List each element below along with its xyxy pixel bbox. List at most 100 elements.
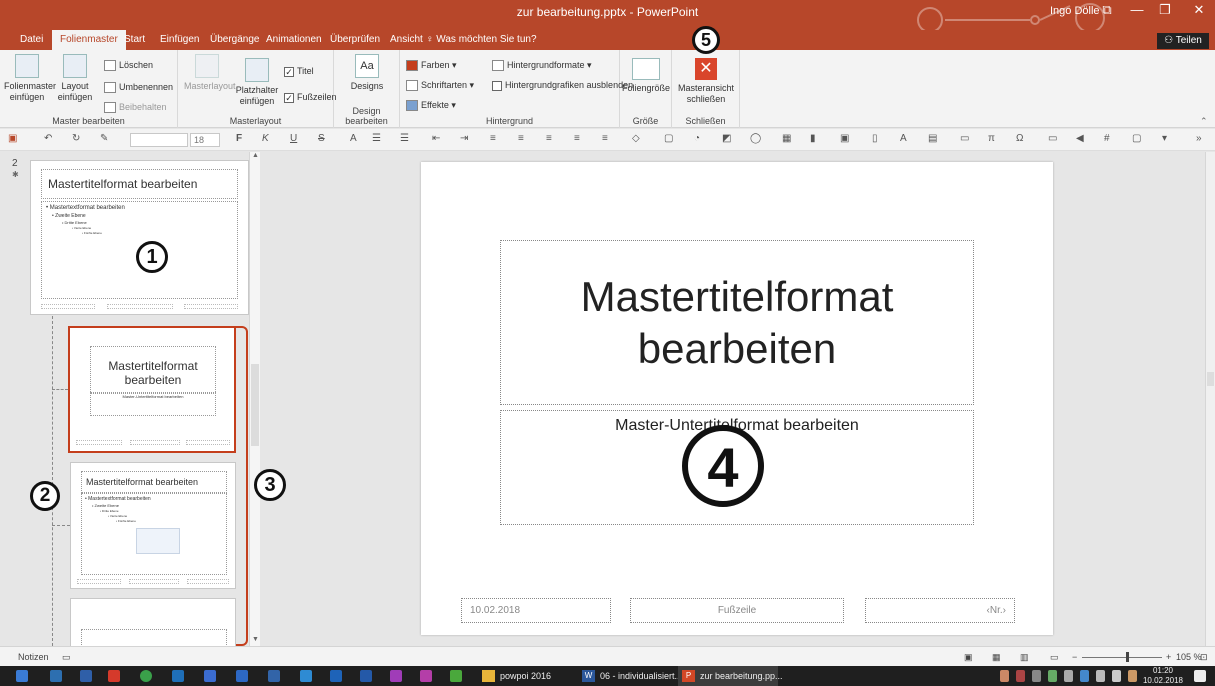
- scroll-down-icon[interactable]: ▼: [252, 636, 259, 643]
- tray-icon[interactable]: [1080, 670, 1089, 682]
- align-right-icon[interactable]: ≡: [546, 133, 552, 144]
- tab-ansicht[interactable]: Ansicht: [390, 34, 423, 45]
- pinned-app-icon[interactable]: [360, 670, 372, 682]
- pinned-app-icon[interactable]: [50, 670, 62, 682]
- font-color-icon[interactable]: A: [350, 133, 357, 144]
- italic-button[interactable]: K: [262, 133, 269, 144]
- hash-icon[interactable]: #: [1104, 133, 1110, 144]
- ribbon-display-options-button[interactable]: ⧉: [1094, 2, 1120, 20]
- equation-icon[interactable]: π: [988, 133, 995, 144]
- tab-animationen[interactable]: Animationen: [266, 34, 322, 45]
- master-thumbnail[interactable]: Mastertitelformat bearbeiten • Mastertex…: [30, 160, 249, 315]
- save-icon[interactable]: ▣: [8, 133, 17, 144]
- pinned-app-icon[interactable]: [420, 670, 432, 682]
- layout-thumbnail-content[interactable]: Mastertitelformat bearbeiten • Mastertex…: [70, 462, 236, 589]
- notes-button[interactable]: Notizen: [18, 652, 49, 662]
- thumbnail-scrollbar[interactable]: ▲ ▼: [249, 152, 260, 646]
- zoom-slider-thumb[interactable]: [1126, 652, 1129, 662]
- hide-bg-graphics-checkbox[interactable]: Hintergrundgrafiken ausblenden: [492, 78, 633, 92]
- title-placeholder[interactable]: Mastertitelformat bearbeiten: [500, 240, 974, 405]
- footer-checkbox[interactable]: ✓ Fußzeilen: [284, 90, 337, 104]
- zoom-out-icon[interactable]: −: [1072, 652, 1077, 662]
- table-icon[interactable]: ▦: [782, 133, 791, 144]
- normal-view-icon[interactable]: ▣: [964, 652, 973, 663]
- battery-icon[interactable]: [1112, 670, 1121, 682]
- main-scrollbar[interactable]: [1205, 152, 1215, 646]
- minimize-button[interactable]: —: [1124, 2, 1150, 20]
- align-left-icon[interactable]: ≡: [490, 133, 496, 144]
- collapse-ribbon-icon[interactable]: ⌃: [1200, 116, 1208, 127]
- shape-outline-icon[interactable]: ◩: [722, 133, 731, 144]
- tab-folienmaster[interactable]: Folienmaster: [52, 30, 126, 50]
- tell-me-search[interactable]: ♀ Was möchten Sie tun?: [426, 34, 537, 45]
- customize-icon[interactable]: ▾: [1162, 133, 1167, 144]
- zoom-slider[interactable]: [1082, 657, 1162, 658]
- background-formats-dropdown[interactable]: Hintergrundformate ▾: [492, 58, 592, 72]
- bold-button[interactable]: F: [236, 133, 242, 144]
- insert-layout-button[interactable]: Layout einfügen: [52, 54, 98, 103]
- tray-icon[interactable]: [1016, 670, 1025, 682]
- tray-icon[interactable]: [1032, 670, 1041, 682]
- clock[interactable]: 01:20 10.02.2018: [1142, 666, 1184, 686]
- close-window-button[interactable]: ✕: [1186, 2, 1212, 20]
- comment-icon[interactable]: ▢: [1132, 133, 1141, 144]
- slide-size-button[interactable]: Foliengröße: [622, 58, 670, 94]
- smartart-icon[interactable]: ▤: [928, 133, 937, 144]
- effects-dropdown[interactable]: Effekte ▾: [406, 98, 456, 112]
- layout-thumbnail-partial[interactable]: [70, 598, 236, 647]
- pinned-app-icon[interactable]: [268, 670, 280, 682]
- delete-button[interactable]: Löschen: [104, 58, 153, 72]
- font-name-input[interactable]: [130, 133, 188, 147]
- close-master-view-button[interactable]: ✕ Masteransicht schließen: [678, 58, 734, 105]
- date-placeholder[interactable]: 10.02.2018: [461, 598, 611, 623]
- title-checkbox[interactable]: ✓ Titel: [284, 64, 314, 78]
- tray-icon[interactable]: [1048, 670, 1057, 682]
- justify-icon[interactable]: ≡: [574, 133, 580, 144]
- footer-placeholder[interactable]: Fußzeile: [630, 598, 844, 623]
- picture-icon[interactable]: ▣: [840, 133, 849, 144]
- shape-effects-icon[interactable]: ◯: [750, 133, 761, 144]
- align-center-icon[interactable]: ≡: [518, 133, 524, 144]
- increase-indent-icon[interactable]: ⇥: [460, 133, 468, 144]
- windows-start-icon[interactable]: [16, 670, 28, 682]
- pinned-app-icon[interactable]: [330, 670, 342, 682]
- pinned-app-icon[interactable]: [172, 670, 184, 682]
- pinned-app-icon[interactable]: [80, 670, 92, 682]
- pinned-app-icon[interactable]: [450, 670, 462, 682]
- shape-fill-icon[interactable]: ◔: [694, 133, 700, 144]
- tray-icon[interactable]: [1128, 670, 1137, 682]
- taskbar-app-powerpoint[interactable]: P zur bearbeitung.pp...: [678, 666, 783, 686]
- strikethrough-button[interactable]: S: [318, 133, 325, 144]
- pinned-app-icon[interactable]: [390, 670, 402, 682]
- text-direction-icon[interactable]: A: [900, 133, 907, 144]
- taskbar-app-folder[interactable]: powpoi 2016: [478, 666, 576, 686]
- rename-button[interactable]: Umbenennen: [104, 80, 173, 94]
- fit-slide-icon[interactable]: ⊡: [1200, 652, 1208, 663]
- columns-icon[interactable]: ≡: [602, 133, 608, 144]
- network-icon[interactable]: [1096, 670, 1105, 682]
- fonts-dropdown[interactable]: Schriftarten ▾: [406, 78, 474, 92]
- bullets-icon[interactable]: ☰: [372, 133, 381, 144]
- reading-view-icon[interactable]: ▥: [1020, 652, 1029, 663]
- thumbnail-scrollbar-thumb[interactable]: [251, 364, 259, 446]
- pinned-app-icon[interactable]: [204, 670, 216, 682]
- colors-dropdown[interactable]: Farben ▾: [406, 58, 457, 72]
- zoom-level[interactable]: 105 %: [1176, 652, 1202, 662]
- numbering-icon[interactable]: ☰: [400, 133, 409, 144]
- slide-number-placeholder[interactable]: ‹Nr.›: [865, 598, 1015, 623]
- audio-icon[interactable]: ◀: [1076, 133, 1084, 144]
- textbox-icon[interactable]: ▭: [960, 133, 969, 144]
- redo-icon[interactable]: ↻: [72, 133, 80, 144]
- slideshow-icon[interactable]: ▭: [1050, 652, 1059, 663]
- font-size-input[interactable]: 18: [190, 133, 220, 147]
- volume-icon[interactable]: [1064, 670, 1073, 682]
- decrease-indent-icon[interactable]: ⇤: [432, 133, 440, 144]
- insert-placeholder-button[interactable]: Platzhalter einfügen: [232, 58, 282, 107]
- masterlayout-button[interactable]: Masterlayout: [184, 54, 236, 92]
- tab-datei[interactable]: Datei: [20, 34, 43, 45]
- acrobat-icon[interactable]: [108, 670, 120, 682]
- keep-button[interactable]: Beibehalten: [104, 100, 167, 114]
- undo-icon[interactable]: ↶: [44, 133, 52, 144]
- notifications-icon[interactable]: [1194, 670, 1206, 682]
- underline-button[interactable]: U: [290, 133, 297, 144]
